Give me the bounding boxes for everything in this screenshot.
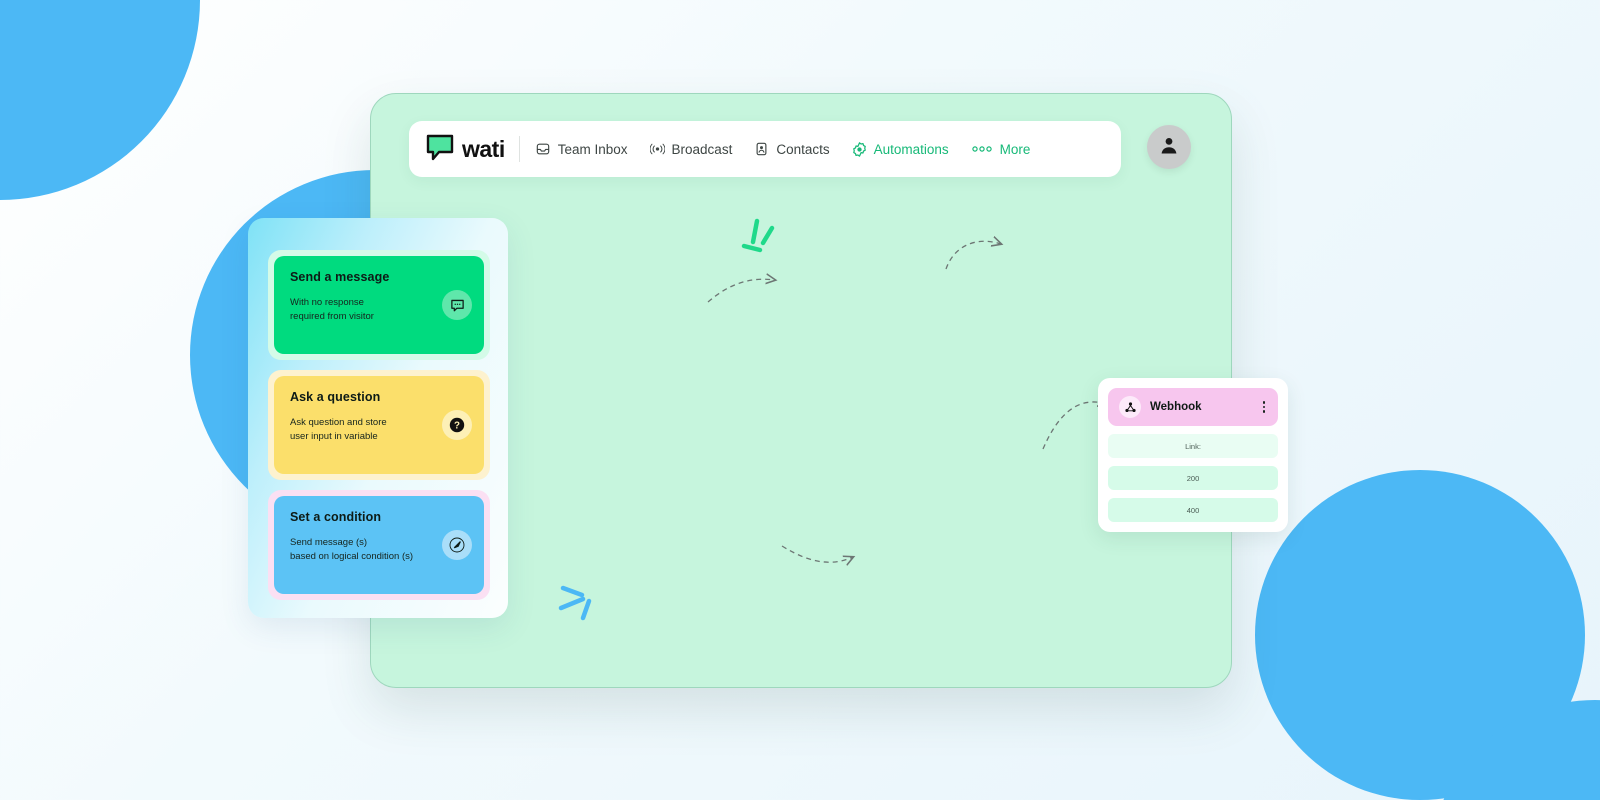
- kebab-menu-icon[interactable]: [1261, 399, 1268, 415]
- node-webhook-right[interactable]: Webhook Link: 200 400: [1098, 378, 1288, 532]
- palette-card-desc: Send message (s) based on logical condit…: [290, 537, 414, 562]
- webhook-icon: [1119, 396, 1141, 418]
- chat-bubble-icon: [442, 290, 472, 320]
- node-header[interactable]: Webhook: [1108, 388, 1278, 426]
- question-mark-icon: ?: [442, 410, 472, 440]
- connector-ask-to-send1: [707, 279, 775, 303]
- palette-card-inner: Send a message With no response required…: [274, 256, 484, 354]
- palette-card-desc: With no response required from visitor: [290, 297, 374, 322]
- node-title: Webhook: [1150, 401, 1202, 413]
- node-palette-panel: Send a message With no response required…: [248, 218, 508, 618]
- palette-card-desc: Ask question and store user input in var…: [290, 417, 387, 442]
- palette-card-ask-a-question[interactable]: Ask a question Ask question and store us…: [268, 370, 490, 480]
- webhook-row-400[interactable]: 400: [1108, 498, 1278, 522]
- connector-send1-to-condition: [945, 241, 1001, 270]
- webhook-row-link[interactable]: Link:: [1108, 434, 1278, 458]
- blue-sparkle-icon: [557, 578, 603, 631]
- palette-card-title: Set a condition: [290, 510, 382, 524]
- palette-card-title: Send a message: [290, 270, 390, 284]
- palette-card-inner: Set a condition Send message (s) based o…: [274, 496, 484, 594]
- palette-card-set-a-condition[interactable]: Set a condition Send message (s) based o…: [268, 490, 490, 600]
- compass-arrow-icon: [442, 530, 472, 560]
- background-circle-top-left-large: [0, 0, 200, 200]
- palette-card-title: Ask a question: [290, 390, 381, 404]
- palette-card-inner: Ask a question Ask question and store us…: [274, 376, 484, 474]
- webhook-row-200[interactable]: 200: [1108, 466, 1278, 490]
- svg-text:?: ?: [454, 421, 460, 432]
- connector-webhook1-to-send2: [781, 545, 853, 562]
- palette-card-send-a-message[interactable]: Send a message With no response required…: [268, 250, 490, 360]
- green-sparkle-icon: [739, 216, 783, 267]
